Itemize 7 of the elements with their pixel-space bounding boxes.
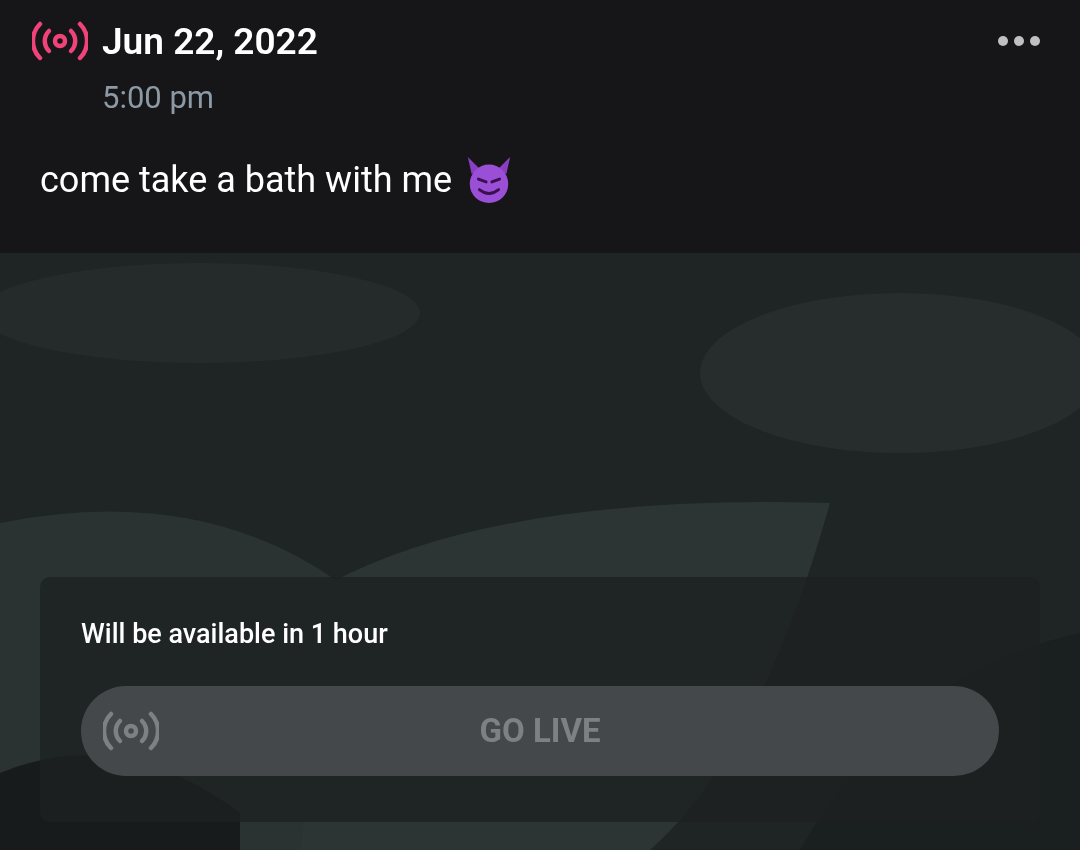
post-time: 5:00 pm: [102, 82, 215, 113]
post-date: Jun 22, 2022: [102, 22, 318, 60]
more-icon[interactable]: [998, 36, 1040, 46]
live-icon: [32, 20, 88, 62]
availability-notice: Will be available in 1 hour: [81, 621, 388, 648]
post-message: come take a bath with me: [40, 162, 453, 198]
live-icon: [103, 711, 159, 751]
